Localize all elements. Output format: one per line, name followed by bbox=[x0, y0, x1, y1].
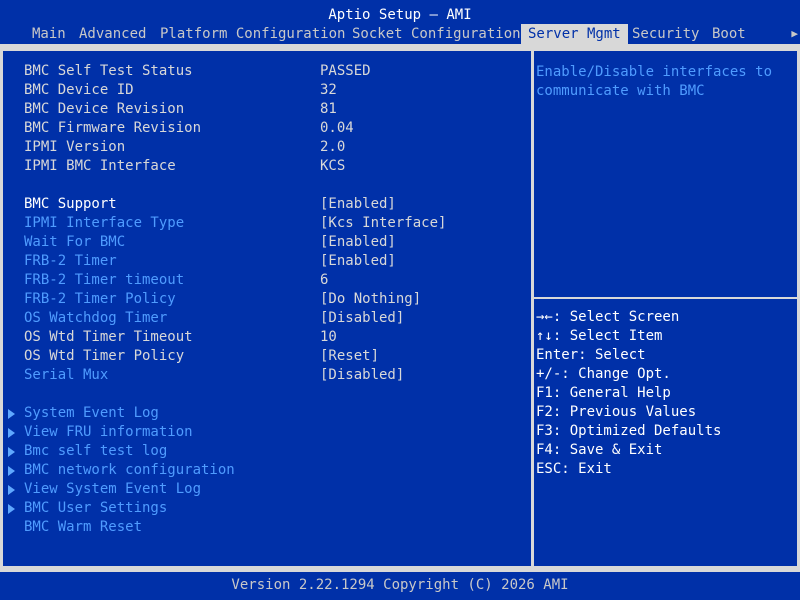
submenu-label: BMC network configuration bbox=[24, 462, 235, 478]
tab-main[interactable]: Main bbox=[25, 24, 73, 44]
submenu-bmc-network-configuration[interactable]: BMC network configuration bbox=[8, 461, 235, 480]
key-hint: Enter: Select bbox=[536, 347, 646, 363]
info-label: BMC Self Test Status bbox=[24, 63, 193, 79]
submenu-label: View FRU information bbox=[24, 424, 193, 440]
setting-os-wtd-policy-value: [Reset] bbox=[320, 348, 380, 364]
info-label: BMC Firmware Revision bbox=[24, 120, 202, 136]
tab-security[interactable]: Security bbox=[625, 24, 706, 44]
help-description: Enable/Disable interfaces to communicate… bbox=[536, 64, 773, 99]
window-title: Aptio Setup – AMI bbox=[328, 7, 472, 23]
info-value: 32 bbox=[320, 82, 337, 98]
info-label: IPMI BMC Interface bbox=[24, 158, 176, 174]
setting-os-watchdog-value[interactable]: [Disabled] bbox=[320, 309, 404, 328]
submenu-bmc-user-settings[interactable]: BMC User Settings bbox=[8, 499, 168, 518]
submenu-label: System Event Log bbox=[24, 405, 159, 421]
setting-ipmi-interface-type-value[interactable]: [Kcs Interface] bbox=[320, 214, 446, 233]
setting-frb2-timeout-value[interactable]: 6 bbox=[320, 271, 328, 290]
submenu-bmc-self-test-log[interactable]: Bmc self test log bbox=[8, 442, 168, 461]
key-hint: +/-: Change Opt. bbox=[536, 366, 671, 382]
submenu-arrow-icon bbox=[8, 466, 15, 476]
tab-platform-configuration[interactable]: Platform Configuration bbox=[153, 24, 352, 44]
submenu-arrow-icon bbox=[8, 409, 15, 419]
submenu-arrow-icon bbox=[8, 428, 15, 438]
submenu-arrow-icon bbox=[8, 485, 15, 495]
key-hint: F1: General Help bbox=[536, 385, 671, 401]
setting-bmc-support-value[interactable]: [Enabled] bbox=[320, 195, 396, 214]
setting-wait-for-bmc-value[interactable]: [Enabled] bbox=[320, 233, 396, 252]
setting-os-wtd-timeout-label: OS Wtd Timer Timeout bbox=[24, 329, 193, 345]
info-value: 2.0 bbox=[320, 139, 346, 155]
submenu-label: BMC User Settings bbox=[24, 500, 168, 516]
setting-serial-mux-value[interactable]: [Disabled] bbox=[320, 366, 404, 385]
settings-pane: BMC Self Test Status PASSED BMC Device I… bbox=[3, 51, 531, 566]
setting-serial-mux-label[interactable]: Serial Mux bbox=[24, 366, 108, 385]
setting-wait-for-bmc-label[interactable]: Wait For BMC bbox=[24, 233, 125, 252]
setting-os-wtd-policy-label: OS Wtd Timer Policy bbox=[24, 348, 185, 364]
version-footer: Version 2.22.1294 Copyright (C) 2026 AMI bbox=[231, 577, 569, 593]
key-hint: F4: Save & Exit bbox=[536, 442, 663, 458]
setting-os-wtd-timeout-value: 10 bbox=[320, 329, 337, 345]
setting-os-watchdog-label[interactable]: OS Watchdog Timer bbox=[24, 309, 167, 328]
info-value: PASSED bbox=[320, 63, 371, 79]
submenu-view-fru-information[interactable]: View FRU information bbox=[8, 423, 193, 442]
setting-frb2-timer-value[interactable]: [Enabled] bbox=[320, 252, 396, 271]
setting-frb2-policy-label[interactable]: FRB-2 Timer Policy bbox=[24, 290, 176, 309]
info-label: IPMI Version bbox=[24, 139, 126, 155]
setting-ipmi-interface-type-label[interactable]: IPMI Interface Type bbox=[24, 214, 184, 233]
submenu-system-event-log[interactable]: System Event Log bbox=[8, 404, 159, 423]
tab-boot[interactable]: Boot bbox=[705, 24, 753, 44]
tab-server-mgmt[interactable]: Server Mgmt bbox=[521, 24, 628, 44]
tab-scroll-right-icon[interactable]: ▶ bbox=[791, 24, 798, 44]
setting-bmc-support-label[interactable]: BMC Support bbox=[24, 195, 117, 214]
help-divider bbox=[534, 297, 797, 299]
key-hint: F2: Previous Values bbox=[536, 404, 697, 420]
tab-advanced[interactable]: Advanced bbox=[72, 24, 153, 44]
submenu-arrow-icon bbox=[8, 504, 15, 514]
info-label: BMC Device ID bbox=[24, 82, 134, 98]
setting-frb2-timeout-label[interactable]: FRB-2 Timer timeout bbox=[24, 271, 184, 290]
tab-bar: Main Advanced Platform Configuration Soc… bbox=[0, 24, 800, 44]
info-label: BMC Device Revision bbox=[24, 101, 185, 117]
submenu-label: Bmc self test log bbox=[24, 443, 168, 459]
action-bmc-warm-reset[interactable]: BMC Warm Reset bbox=[24, 518, 142, 537]
submenu-label: View System Event Log bbox=[24, 481, 202, 497]
key-hint: F3: Optimized Defaults bbox=[536, 423, 722, 439]
key-hint: ↑↓: Select Item bbox=[536, 328, 663, 344]
key-hint: ESC: Exit bbox=[536, 461, 612, 477]
info-value: 81 bbox=[320, 101, 337, 117]
info-value: 0.04 bbox=[320, 120, 354, 136]
submenu-arrow-icon bbox=[8, 447, 15, 457]
submenu-view-system-event-log[interactable]: View System Event Log bbox=[8, 480, 202, 499]
info-value: KCS bbox=[320, 158, 346, 174]
setting-frb2-timer-label[interactable]: FRB-2 Timer bbox=[24, 252, 117, 271]
key-hint: →←: Select Screen bbox=[536, 309, 680, 325]
setting-frb2-policy-value[interactable]: [Do Nothing] bbox=[320, 290, 421, 309]
help-pane: Enable/Disable interfaces to communicate… bbox=[534, 51, 797, 566]
tab-socket-configuration[interactable]: Socket Configuration bbox=[345, 24, 528, 44]
